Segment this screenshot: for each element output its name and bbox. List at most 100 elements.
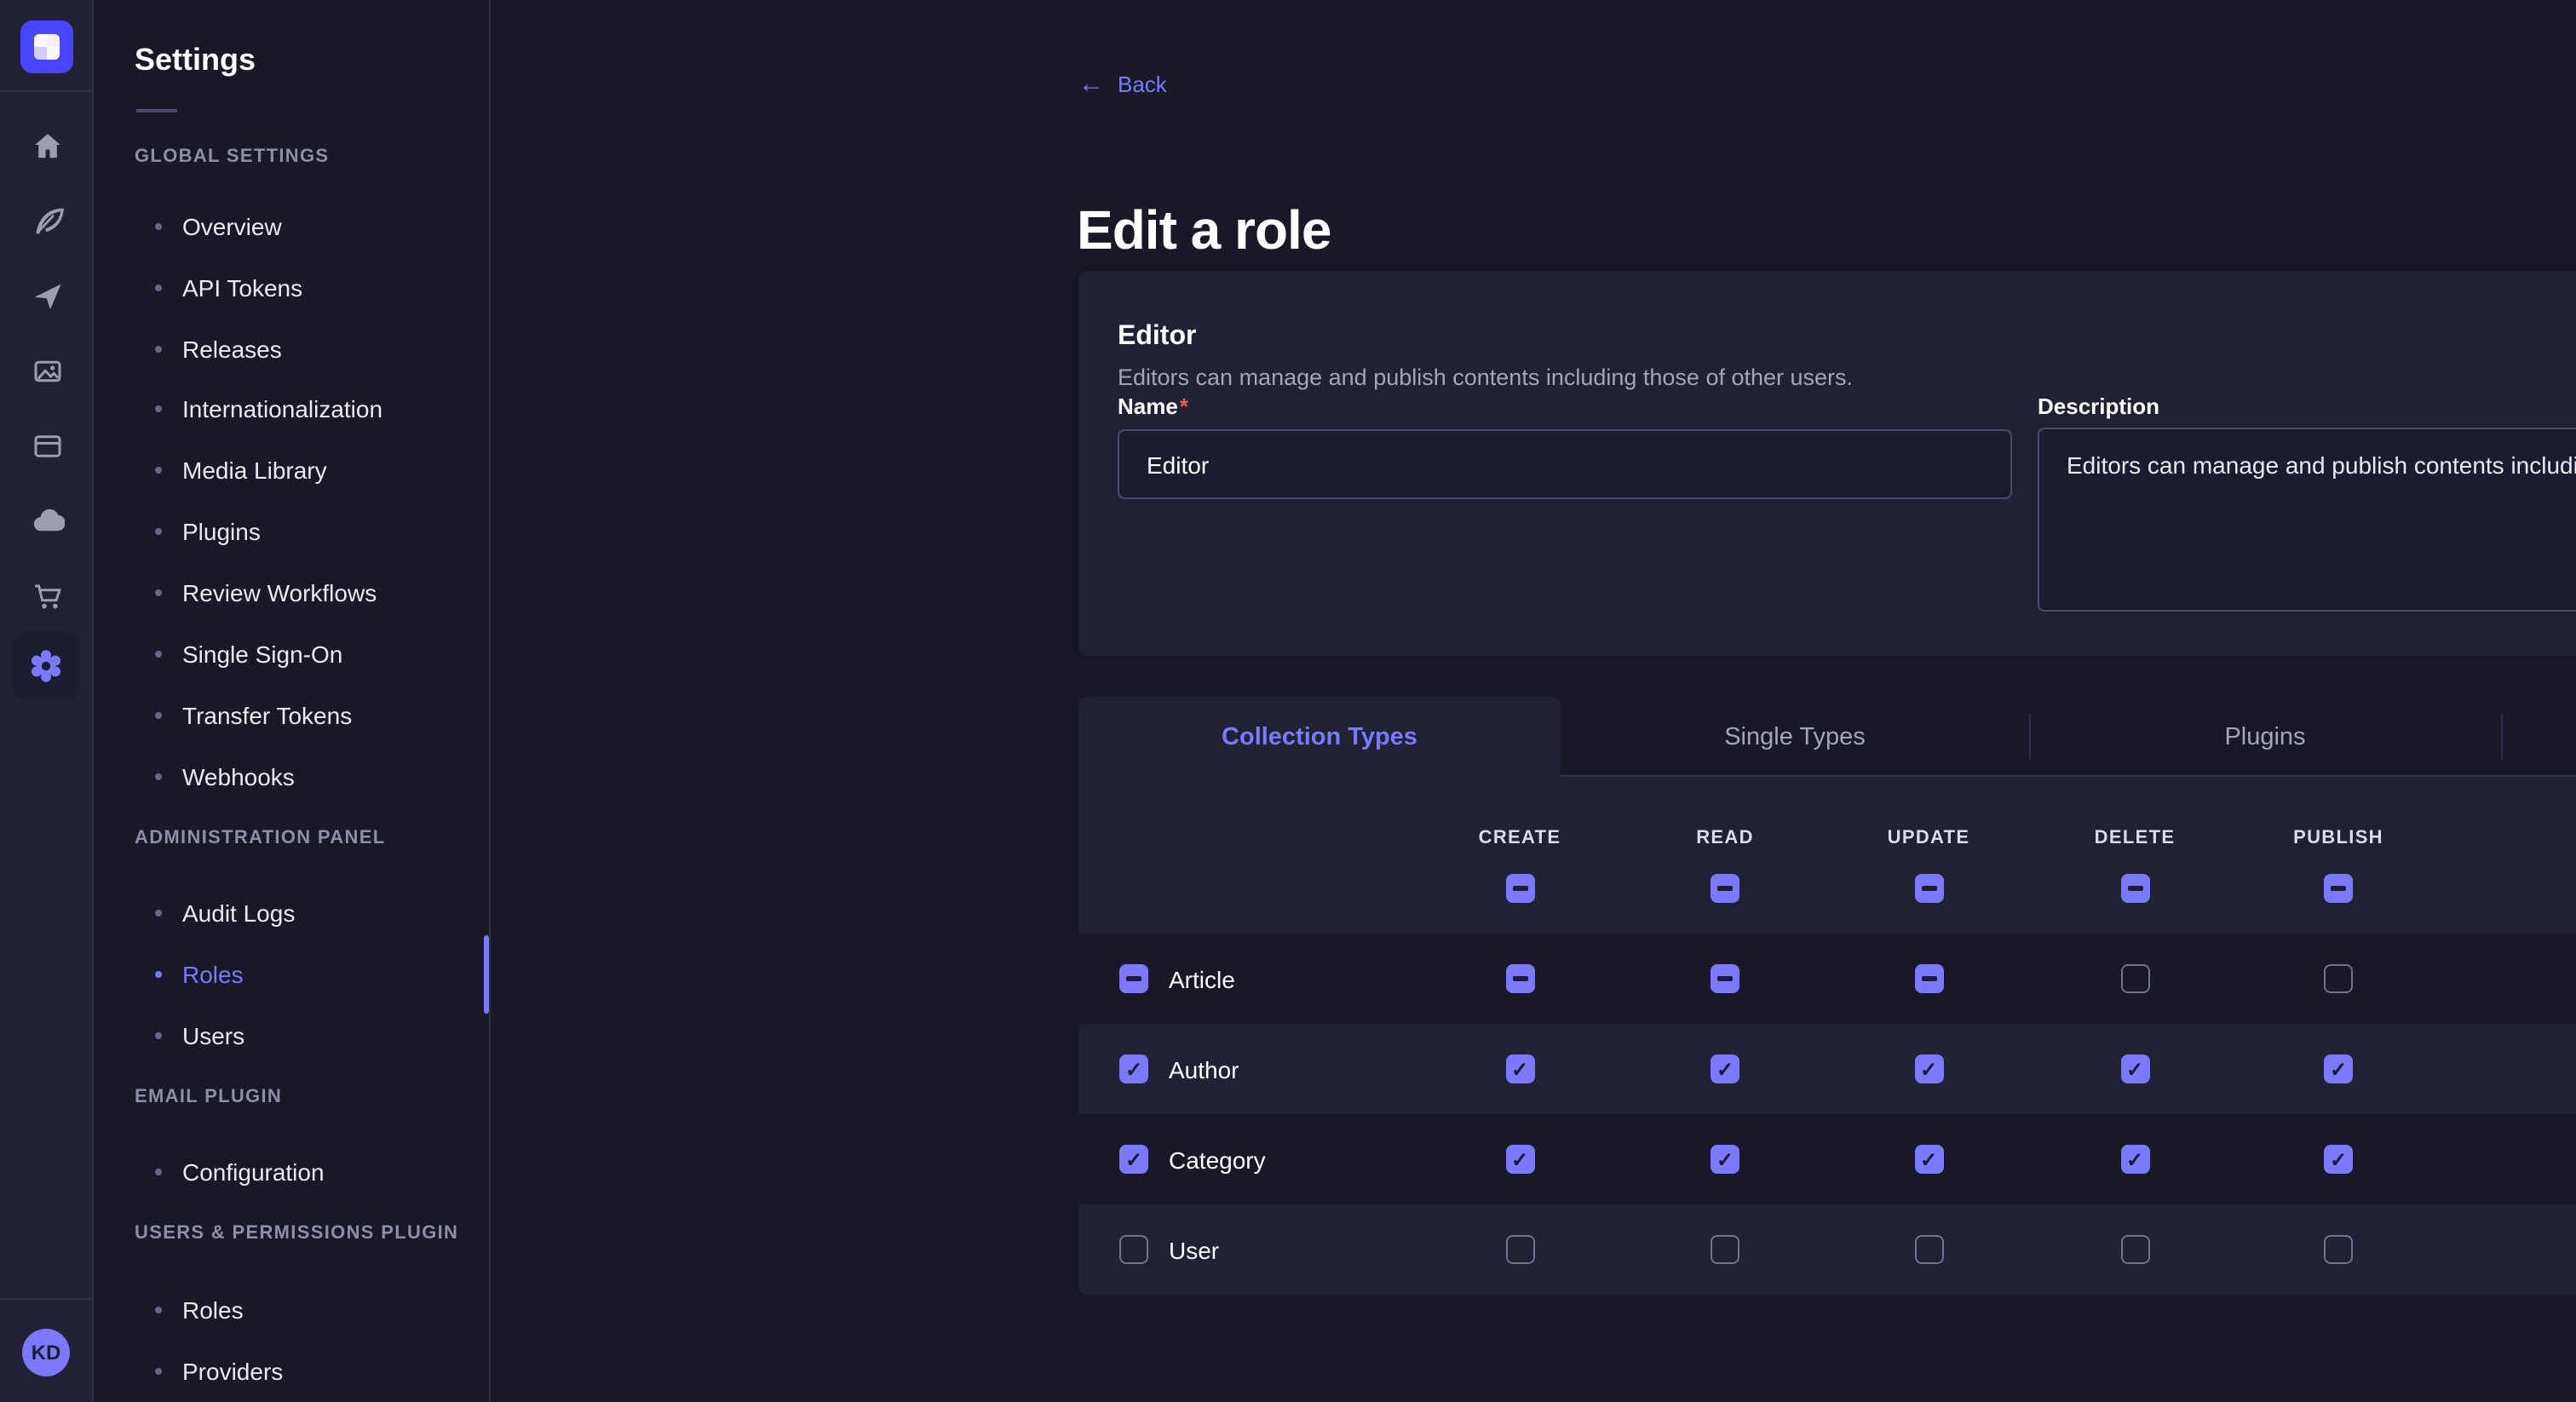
- sidebar-item-releases[interactable]: Releases: [155, 329, 282, 370]
- sidebar-item-review-workflows[interactable]: Review Workflows: [155, 572, 377, 613]
- permissions-panel: Collection Types Single Types Plugins Se…: [1078, 697, 2576, 1295]
- sidebar-item-transfer-tokens[interactable]: Transfer Tokens: [155, 695, 352, 736]
- bullet-icon: [155, 773, 162, 780]
- page-title: Edit a role: [1077, 200, 1331, 263]
- back-link[interactable]: ← Back: [1078, 72, 1167, 97]
- cloud-icon[interactable]: [29, 503, 65, 538]
- rail-divider-bottom: [0, 1298, 94, 1300]
- checkbox-category-publish[interactable]: [2324, 1145, 2353, 1174]
- sidebar-item-configuration[interactable]: Configuration: [155, 1152, 325, 1192]
- checkbox-user-read[interactable]: [1711, 1235, 1739, 1264]
- sidebar-item-providers[interactable]: Providers: [155, 1351, 283, 1392]
- sidebar-item-overview[interactable]: Overview: [155, 206, 282, 247]
- bullet-icon: [155, 712, 162, 719]
- checkbox-category-create[interactable]: [1505, 1145, 1534, 1174]
- role-description-textarea[interactable]: Editors can manage and publish contents …: [2038, 428, 2576, 612]
- select-all-create-checkbox[interactable]: [1505, 874, 1534, 903]
- bullet-icon: [155, 651, 162, 658]
- role-heading: Editor: [1118, 322, 1196, 353]
- checkbox-author-read[interactable]: [1711, 1054, 1739, 1083]
- permissions-header-row: CREATE READ UPDATE DELETE PUBLISH: [1078, 777, 2576, 934]
- images-icon[interactable]: [29, 353, 65, 388]
- row-label: Article: [1169, 934, 1235, 1024]
- role-heading-description: Editors can manage and publish contents …: [1118, 365, 1853, 390]
- row-label: Category: [1169, 1114, 1266, 1204]
- sidebar-item-webhooks[interactable]: Webhooks: [155, 756, 295, 797]
- select-all-delete-checkbox[interactable]: [2120, 874, 2149, 903]
- required-asterisk: *: [1180, 394, 1188, 419]
- tab-settings[interactable]: Settings: [2501, 697, 2576, 777]
- checkbox-user-update[interactable]: [1914, 1235, 1943, 1264]
- sidebar-item-single-sign-on[interactable]: Single Sign-On: [155, 634, 342, 675]
- column-header-read: READ: [1648, 828, 1802, 848]
- column-header-create: CREATE: [1443, 828, 1596, 848]
- bullet-icon: [155, 910, 162, 916]
- bullet-icon: [155, 1307, 162, 1313]
- bullet-icon: [155, 346, 162, 353]
- checkbox-article-read[interactable]: [1711, 964, 1739, 993]
- feather-icon[interactable]: [29, 203, 65, 238]
- checkbox-article-update[interactable]: [1914, 964, 1943, 993]
- tab-divider: [2501, 714, 2503, 760]
- user-avatar[interactable]: KD: [22, 1329, 70, 1376]
- checkbox-article-create[interactable]: [1505, 964, 1534, 993]
- section-email-plugin: EMAIL PLUGIN: [135, 1087, 282, 1107]
- checkbox-category-read[interactable]: [1711, 1145, 1739, 1174]
- select-all-update-checkbox[interactable]: [1914, 874, 1943, 903]
- sidebar-item-audit-logs[interactable]: Audit Logs: [155, 893, 295, 934]
- sidebar-item-api-tokens[interactable]: API Tokens: [155, 267, 302, 308]
- section-global-settings: GLOBAL SETTINGS: [135, 147, 329, 167]
- checkbox-user-create[interactable]: [1505, 1235, 1534, 1264]
- paper-plane-icon[interactable]: [29, 278, 65, 313]
- table-row-category: Category: [1078, 1114, 2576, 1204]
- bullet-icon: [155, 1368, 162, 1375]
- select-all-publish-checkbox[interactable]: [2324, 874, 2353, 903]
- layout-icon[interactable]: [29, 428, 65, 463]
- checkbox-author-create[interactable]: [1505, 1054, 1534, 1083]
- main-nav-rail: KD: [0, 0, 94, 1402]
- row-checkbox-article[interactable]: [1119, 964, 1148, 993]
- sidebar-item-plugins[interactable]: Plugins: [155, 511, 261, 552]
- table-row-user: User: [1078, 1204, 2576, 1295]
- sidebar-item-internationalization[interactable]: Internationalization: [155, 388, 382, 429]
- role-name-input[interactable]: [1118, 429, 2012, 499]
- select-all-read-checkbox[interactable]: [1711, 874, 1739, 903]
- sidebar-item-media-library[interactable]: Media Library: [155, 450, 327, 491]
- description-field-label: Description: [2038, 394, 2159, 419]
- name-field-label: Name*: [1118, 394, 1188, 419]
- checkbox-category-delete[interactable]: [2120, 1145, 2149, 1174]
- checkbox-author-update[interactable]: [1914, 1054, 1943, 1083]
- checkbox-author-publish[interactable]: [2324, 1054, 2353, 1083]
- row-checkbox-author[interactable]: [1119, 1054, 1148, 1083]
- main-content: ← Back Edit a role Define the rights giv…: [491, 0, 2576, 1402]
- tab-plugins[interactable]: Plugins: [2029, 697, 2501, 777]
- bullet-icon: [155, 1032, 162, 1039]
- cart-icon[interactable]: [29, 577, 65, 613]
- row-label: User: [1169, 1204, 1219, 1295]
- settings-rail-item[interactable]: [12, 632, 80, 700]
- app-window: KD Settings GLOBAL SETTINGS Overview API…: [0, 0, 2576, 1402]
- column-header-update: UPDATE: [1852, 828, 2005, 848]
- section-administration-panel: ADMINISTRATION PANEL: [135, 828, 385, 848]
- checkbox-category-update[interactable]: [1914, 1145, 1943, 1174]
- checkbox-author-delete[interactable]: [2120, 1054, 2149, 1083]
- row-label: Author: [1169, 1024, 1239, 1114]
- checkbox-article-delete[interactable]: [2120, 964, 2149, 993]
- row-checkbox-category[interactable]: [1119, 1145, 1148, 1174]
- sidebar-item-roles-up[interactable]: Roles: [155, 1290, 244, 1330]
- sidebar-item-users[interactable]: Users: [155, 1015, 244, 1056]
- tab-collection-types[interactable]: Collection Types: [1078, 697, 1561, 777]
- bullet-icon: [155, 405, 162, 412]
- row-checkbox-user[interactable]: [1119, 1235, 1148, 1264]
- table-row-article: Article: [1078, 934, 2576, 1024]
- subnav-title-divider: [136, 109, 177, 112]
- home-icon[interactable]: [29, 128, 65, 164]
- sidebar-item-roles-admin[interactable]: Roles: [155, 954, 244, 995]
- tab-single-types[interactable]: Single Types: [1561, 697, 2029, 777]
- checkbox-article-publish[interactable]: [2324, 964, 2353, 993]
- checkbox-user-delete[interactable]: [2120, 1235, 2149, 1264]
- strapi-logo[interactable]: [20, 20, 73, 73]
- back-arrow-icon: ←: [1078, 72, 1104, 97]
- rail-divider-top: [0, 90, 94, 92]
- checkbox-user-publish[interactable]: [2324, 1235, 2353, 1264]
